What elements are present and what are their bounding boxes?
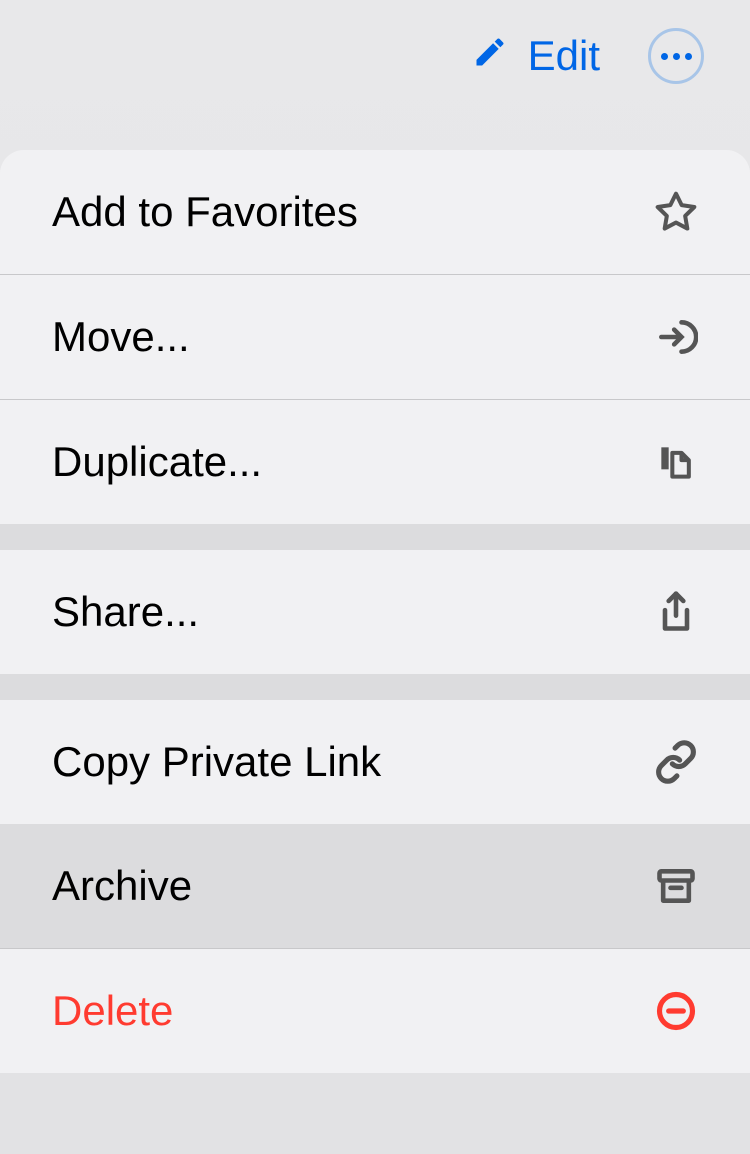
menu-item-label: Add to Favorites bbox=[52, 188, 358, 236]
link-icon bbox=[654, 740, 698, 784]
menu-item-label: Archive bbox=[52, 862, 192, 910]
pencil-icon bbox=[472, 32, 508, 80]
menu-item-favorites[interactable]: Add to Favorites bbox=[0, 150, 750, 275]
star-icon bbox=[654, 190, 698, 234]
delete-icon bbox=[654, 989, 698, 1033]
more-icon bbox=[661, 53, 692, 60]
menu-item-move[interactable]: Move... bbox=[0, 275, 750, 400]
more-button[interactable] bbox=[648, 28, 704, 84]
menu-item-archive[interactable]: Archive bbox=[0, 824, 750, 949]
header: Edit bbox=[0, 0, 750, 112]
menu-item-label: Duplicate... bbox=[52, 438, 262, 486]
edit-button[interactable]: Edit bbox=[472, 32, 600, 80]
menu-item-share[interactable]: Share... bbox=[0, 550, 750, 674]
archive-icon bbox=[654, 864, 698, 908]
menu-item-label: Move... bbox=[52, 313, 190, 361]
menu-separator bbox=[0, 674, 750, 700]
menu-separator bbox=[0, 524, 750, 550]
move-icon bbox=[654, 315, 698, 359]
edit-label: Edit bbox=[528, 32, 600, 80]
menu-item-label: Delete bbox=[52, 987, 173, 1035]
menu-item-label: Share... bbox=[52, 588, 199, 636]
duplicate-icon bbox=[654, 440, 698, 484]
share-icon bbox=[654, 590, 698, 634]
menu-item-duplicate[interactable]: Duplicate... bbox=[0, 400, 750, 524]
menu-item-label: Copy Private Link bbox=[52, 738, 381, 786]
menu-item-delete[interactable]: Delete bbox=[0, 949, 750, 1073]
context-menu: Add to Favorites Move... Duplicate... bbox=[0, 150, 750, 1073]
menu-item-copy-link[interactable]: Copy Private Link bbox=[0, 700, 750, 824]
